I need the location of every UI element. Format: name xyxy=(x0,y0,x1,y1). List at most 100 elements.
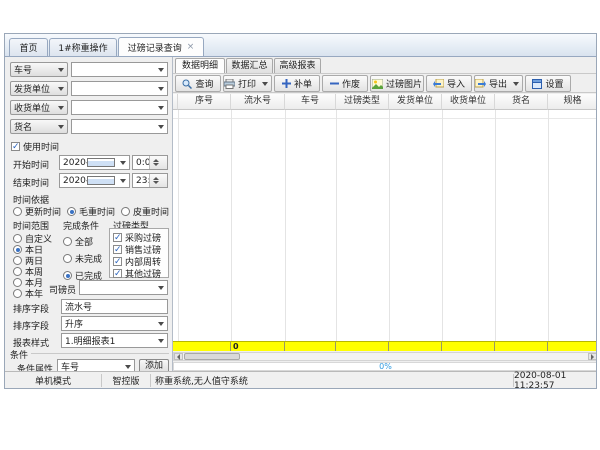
use-time-checkbox[interactable]: ✓ 使用时间 xyxy=(11,140,59,153)
column-header-seq[interactable]: 序号 xyxy=(178,94,231,110)
supplement-order-label: 补单 xyxy=(294,77,312,90)
summary-cell xyxy=(336,342,389,351)
spinner-icon[interactable] xyxy=(149,174,168,187)
tab-data-summary[interactable]: 数据汇总 xyxy=(226,58,273,73)
close-tab-icon[interactable]: × xyxy=(187,43,195,52)
condition-attr-value: 车号 xyxy=(58,360,122,371)
radio-completion-unfinished[interactable]: 未完成 xyxy=(63,252,102,265)
end-time-value: 23:59:59 xyxy=(133,176,149,186)
chevron-down-icon xyxy=(58,106,64,110)
receiver-field-selector[interactable]: 收货单位 xyxy=(10,100,68,115)
progress-percent: 0% xyxy=(379,362,392,371)
column-header-goods[interactable]: 货名 xyxy=(495,94,548,110)
receiver-value-combo[interactable] xyxy=(71,100,168,115)
radio-update-time[interactable]: 更新时间 xyxy=(13,205,61,218)
report-style-combo[interactable]: 1.明细报表1 xyxy=(61,333,168,348)
divider xyxy=(150,374,151,387)
end-date-field[interactable]: 2020-08-01 xyxy=(59,173,130,188)
column-header-spec[interactable]: 规格 xyxy=(548,94,597,110)
status-mode-label: 单机模式 xyxy=(35,374,71,387)
goods-field-label: 货名 xyxy=(11,120,55,133)
tab-weigh-operation[interactable]: 1#称重操作 xyxy=(49,38,117,56)
column-header-receiver[interactable]: 收货单位 xyxy=(442,94,495,110)
completion-label: 完成条件 xyxy=(63,219,99,232)
tab-record-query[interactable]: 过磅记录查询 × xyxy=(118,37,204,56)
checkbox-other-weigh[interactable]: ✓其他过磅 xyxy=(113,267,161,280)
checkbox-check-icon: ✓ xyxy=(11,142,20,151)
query-button[interactable]: 查询 xyxy=(175,75,221,92)
column-header-weigh-type[interactable]: 过磅类型 xyxy=(336,94,389,110)
column-header-serial[interactable]: 流水号 xyxy=(231,94,285,110)
image-icon xyxy=(372,79,383,89)
chevron-down-icon xyxy=(262,82,268,86)
goods-field-selector[interactable]: 货名 xyxy=(10,119,68,134)
operator-combo[interactable] xyxy=(79,280,168,295)
status-system: 称重系统,无人值守系统 xyxy=(155,372,510,389)
radio-gross-time[interactable]: 毛重时间 xyxy=(67,205,115,218)
void-button[interactable]: 作废 xyxy=(322,75,368,92)
start-time-field[interactable]: 0:00:00 xyxy=(132,155,168,170)
goods-value-combo[interactable] xyxy=(71,119,168,134)
status-edition-label: 智控版 xyxy=(112,374,139,387)
export-button[interactable]: 导出 xyxy=(474,75,523,92)
settings-button[interactable]: 设置 xyxy=(525,75,571,92)
supplement-order-button[interactable]: 补单 xyxy=(274,75,320,92)
data-grid-body[interactable] xyxy=(173,110,597,341)
chevron-down-icon xyxy=(125,365,131,369)
sender-value-combo[interactable] xyxy=(71,81,168,96)
sort-field-input[interactable]: 流水号 xyxy=(61,299,168,314)
time-range-label: 时间范围 xyxy=(13,219,49,232)
scroll-left-button[interactable] xyxy=(174,353,183,360)
query-label: 查询 xyxy=(195,77,213,90)
vehicle-field-label: 车号 xyxy=(11,63,55,76)
tab-advanced-report-label: 高级报表 xyxy=(279,61,315,71)
tab-data-summary-label: 数据汇总 xyxy=(231,61,267,71)
radio-label: 皮重时间 xyxy=(133,205,169,218)
column-header-label: 序号 xyxy=(195,96,213,106)
condition-attr-label: 条件属性 xyxy=(17,362,53,371)
column-header-label: 过磅类型 xyxy=(344,96,380,106)
weigh-photos-button[interactable]: 过磅图片 xyxy=(370,75,424,92)
add-condition-button[interactable]: 添加 xyxy=(139,359,169,371)
tab-home[interactable]: 首页 xyxy=(9,38,48,56)
sort-field-value: 流水号 xyxy=(62,300,167,313)
horizontal-scrollbar[interactable] xyxy=(173,352,597,361)
chevron-down-icon xyxy=(58,125,64,129)
calendar-icon xyxy=(87,176,116,185)
export-icon xyxy=(475,79,486,89)
sender-field-selector[interactable]: 发货单位 xyxy=(10,81,68,96)
column-header-sender[interactable]: 发货单位 xyxy=(389,94,442,110)
radio-label: 更新时间 xyxy=(25,205,61,218)
spinner-icon[interactable] xyxy=(149,156,168,169)
radio-label: 未完成 xyxy=(75,252,102,265)
radio-range-year[interactable]: 本年 xyxy=(13,287,43,300)
checkbox-label: 其他过磅 xyxy=(125,267,161,280)
end-time-field[interactable]: 23:59:59 xyxy=(132,173,168,188)
vehicle-value-combo[interactable] xyxy=(71,62,168,77)
summary-count: 0 xyxy=(233,342,239,351)
tab-advanced-report[interactable]: 高级报表 xyxy=(274,58,321,73)
tab-weigh-operation-label: 1#称重操作 xyxy=(58,41,107,54)
status-mode: 单机模式 xyxy=(5,372,101,389)
radio-completion-all[interactable]: 全部 xyxy=(63,235,93,248)
scroll-right-button[interactable] xyxy=(588,353,597,360)
condition-attr-combo[interactable]: 车号 xyxy=(57,359,135,371)
operator-label: 司磅员 xyxy=(49,283,76,296)
tab-data-detail[interactable]: 数据明细 xyxy=(175,58,225,74)
status-bar: 单机模式 智控版 称重系统,无人值守系统 2020-08-01 11:23:57 xyxy=(5,371,596,389)
vehicle-field-selector[interactable]: 车号 xyxy=(10,62,68,77)
search-icon xyxy=(182,79,192,89)
radio-tare-time[interactable]: 皮重时间 xyxy=(121,205,169,218)
column-header-label: 货名 xyxy=(512,96,530,106)
chevron-down-icon xyxy=(120,161,126,165)
column-divider xyxy=(285,110,286,341)
import-button[interactable]: 导入 xyxy=(426,75,472,92)
column-header-vehicle[interactable]: 车号 xyxy=(285,94,336,110)
sort-order-combo[interactable]: 升序 xyxy=(61,316,168,331)
radio-label: 毛重时间 xyxy=(79,205,115,218)
start-date-field[interactable]: 2020-08-01 xyxy=(59,155,130,170)
sender-field-label: 发货单位 xyxy=(11,82,55,95)
scrollbar-thumb[interactable] xyxy=(184,353,240,360)
print-button[interactable]: 打印 xyxy=(223,75,272,92)
column-header-label: 发货单位 xyxy=(397,96,433,106)
